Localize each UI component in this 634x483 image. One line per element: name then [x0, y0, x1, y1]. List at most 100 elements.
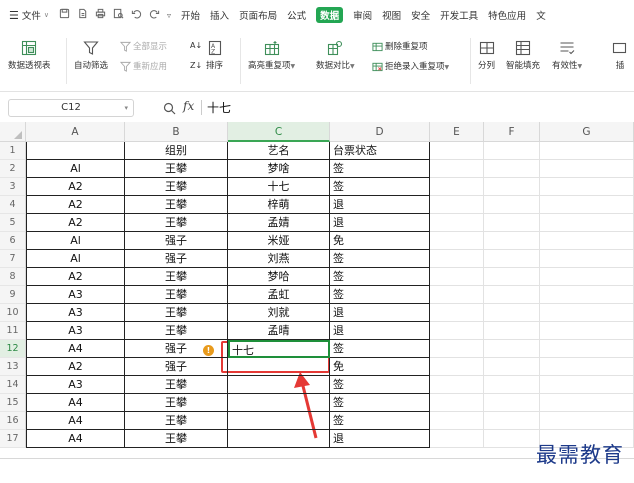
grid-cell[interactable]: A2	[26, 358, 125, 376]
grid-cell[interactable]	[540, 232, 634, 250]
grid-cell[interactable]: 王攀	[125, 160, 228, 178]
grid-cell[interactable]: 王攀	[125, 412, 228, 430]
grid-cell[interactable]	[484, 322, 540, 340]
autofilter-button[interactable]: 自动筛选	[74, 40, 108, 71]
row-header[interactable]: 1	[0, 142, 26, 160]
grid-cell[interactable]: Al	[26, 250, 125, 268]
grid-cell[interactable]	[484, 358, 540, 376]
grid-cell[interactable]	[430, 178, 484, 196]
print-icon[interactable]	[95, 8, 106, 22]
grid-cell[interactable]	[228, 394, 330, 412]
grid-cell[interactable]	[484, 196, 540, 214]
grid-cell[interactable]	[430, 214, 484, 232]
grid-cell[interactable]: A3	[26, 304, 125, 322]
export-pdf-icon[interactable]	[77, 8, 88, 22]
grid-cell[interactable]	[484, 250, 540, 268]
grid-cell[interactable]	[484, 394, 540, 412]
grid-cell[interactable]: 签	[330, 268, 430, 286]
grid-cell[interactable]: 米娅	[228, 232, 330, 250]
row-header[interactable]: 12	[0, 340, 26, 358]
grid-cell[interactable]	[540, 214, 634, 232]
grid-cell[interactable]: 免	[330, 232, 430, 250]
grid-cell[interactable]	[430, 250, 484, 268]
sort-button[interactable]: AZ 排序	[206, 40, 223, 71]
name-box[interactable]: C12 ▾	[8, 99, 134, 117]
grid-cell[interactable]: 强子	[125, 232, 228, 250]
tab-data[interactable]: 数据	[316, 7, 344, 23]
grid-cell[interactable]: 梦啥	[228, 160, 330, 178]
grid-cell[interactable]: 签	[330, 376, 430, 394]
grid-cell[interactable]: A2	[26, 196, 125, 214]
grid-cell[interactable]	[228, 376, 330, 394]
validity-button[interactable]: 有效性▼	[552, 40, 582, 71]
grid-cell[interactable]: A4	[26, 430, 125, 448]
grid-cell[interactable]	[430, 340, 484, 358]
row-header[interactable]: 4	[0, 196, 26, 214]
grid-cell[interactable]: 强子	[125, 358, 228, 376]
grid-cell[interactable]: 签	[330, 178, 430, 196]
grid-cell[interactable]: 王攀	[125, 178, 228, 196]
grid-cell[interactable]: A3	[26, 376, 125, 394]
grid-cell[interactable]	[484, 142, 540, 160]
print-preview-icon[interactable]	[113, 8, 124, 22]
chevron-down-icon[interactable]: ▾	[124, 100, 128, 116]
row-header[interactable]: 13	[0, 358, 26, 376]
row-header[interactable]: 7	[0, 250, 26, 268]
grid-cell[interactable]	[540, 196, 634, 214]
column-header-e[interactable]: E	[430, 122, 484, 142]
split-column-button[interactable]: 分列	[478, 40, 495, 71]
grid-cell[interactable]	[430, 268, 484, 286]
row-header[interactable]: 17	[0, 430, 26, 448]
grid-cell[interactable]: A2	[26, 178, 125, 196]
grid-cell[interactable]: 退	[330, 214, 430, 232]
grid-cell[interactable]	[484, 232, 540, 250]
grid-cell[interactable]	[484, 376, 540, 394]
tab-special-apps[interactable]: 特色应用	[488, 8, 526, 22]
grid-cell[interactable]	[430, 304, 484, 322]
row-header[interactable]: 3	[0, 178, 26, 196]
tab-security[interactable]: 安全	[411, 8, 430, 22]
grid-cell[interactable]	[540, 394, 634, 412]
grid-cell[interactable]: 强子	[125, 250, 228, 268]
row-header[interactable]: 5	[0, 214, 26, 232]
grid-cell[interactable]	[430, 322, 484, 340]
grid-cell[interactable]	[540, 178, 634, 196]
grid-cell[interactable]	[430, 376, 484, 394]
insert-dropdown-button[interactable]: 插	[612, 40, 628, 71]
grid-cell[interactable]	[540, 358, 634, 376]
row-header[interactable]: 10	[0, 304, 26, 322]
grid-cell[interactable]	[484, 268, 540, 286]
grid-cell[interactable]	[540, 412, 634, 430]
grid-cell[interactable]: 强子	[125, 340, 228, 358]
grid-cell[interactable]: 孟晴	[228, 322, 330, 340]
grid-cell[interactable]	[430, 160, 484, 178]
show-all-button[interactable]: 全部显示	[119, 40, 167, 52]
sort-ascending-button[interactable]: A↓	[190, 40, 202, 51]
column-header-b[interactable]: B	[125, 122, 228, 142]
row-header[interactable]: 11	[0, 322, 26, 340]
row-header[interactable]: 14	[0, 376, 26, 394]
insert-function-button[interactable]: fx	[183, 99, 194, 113]
grid-cell[interactable]	[484, 286, 540, 304]
pivot-table-button[interactable]: 数据透视表	[8, 40, 51, 71]
grid-cell[interactable]: 王攀	[125, 394, 228, 412]
grid-cell[interactable]	[228, 358, 330, 376]
grid-cell[interactable]	[540, 268, 634, 286]
data-compare-button[interactable]: 数据对比▼	[316, 40, 355, 71]
grid-cell[interactable]: 刘燕	[228, 250, 330, 268]
row-header[interactable]: 8	[0, 268, 26, 286]
select-all-corner[interactable]	[0, 122, 26, 142]
tab-overflow[interactable]: 文	[536, 8, 546, 22]
grid-cell[interactable]	[430, 286, 484, 304]
grid-cell[interactable]: 退	[330, 196, 430, 214]
grid-cell[interactable]: 王攀	[125, 196, 228, 214]
grid-cell[interactable]: 签	[330, 160, 430, 178]
grid-cell[interactable]: 王攀	[125, 214, 228, 232]
grid-cell[interactable]	[484, 430, 540, 448]
grid-cell[interactable]: 王攀	[125, 322, 228, 340]
grid-cell[interactable]	[430, 358, 484, 376]
grid-cell[interactable]: A3	[26, 286, 125, 304]
grid-cell[interactable]	[484, 412, 540, 430]
grid-cell[interactable]: A4	[26, 412, 125, 430]
tab-home[interactable]: 开始	[181, 8, 200, 22]
